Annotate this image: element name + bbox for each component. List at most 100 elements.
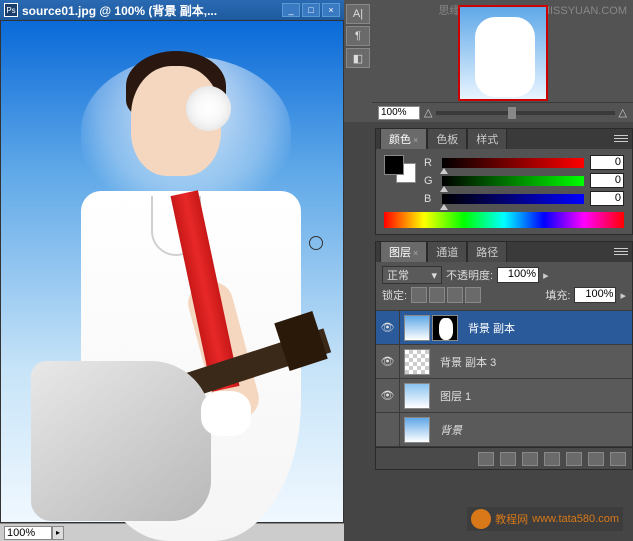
r-value-input[interactable]: 0 xyxy=(590,155,624,170)
r-slider[interactable] xyxy=(442,158,584,168)
brush-cursor-icon xyxy=(309,236,323,250)
tab-layers[interactable]: 图层× xyxy=(380,241,427,262)
layer-mask-thumbnail[interactable] xyxy=(432,315,458,341)
g-slider[interactable] xyxy=(442,176,584,186)
layer-name[interactable]: 图层 1 xyxy=(434,388,471,404)
slider-handle[interactable] xyxy=(508,107,516,119)
delete-layer-icon[interactable] xyxy=(610,452,626,466)
mask-icon[interactable] xyxy=(522,452,538,466)
layer-thumbnail[interactable] xyxy=(404,417,430,443)
opacity-input[interactable]: 100% xyxy=(497,267,539,283)
color-spectrum[interactable] xyxy=(384,212,624,228)
navigator-zoom-slider[interactable] xyxy=(436,111,614,115)
fg-bg-swatches[interactable] xyxy=(384,155,416,183)
layer-thumbnail[interactable] xyxy=(404,315,430,341)
layer-thumbnail[interactable] xyxy=(404,383,430,409)
layer-row[interactable]: 👁 背景 副本 3 xyxy=(376,345,632,379)
chevron-right-icon[interactable]: ▸ xyxy=(543,269,549,282)
b-row: B 0 xyxy=(424,191,624,206)
tab-channels[interactable]: 通道 xyxy=(427,241,467,262)
layer-list: 👁 背景 副本 👁 背景 副本 3 👁 图层 1 背景 xyxy=(376,311,632,447)
flower-accessory xyxy=(186,86,231,131)
layer-panel-footer xyxy=(376,447,632,469)
r-label: R xyxy=(424,157,436,169)
color-panel-tabs: 颜色× 色板 样式 xyxy=(376,129,632,149)
close-button[interactable]: × xyxy=(322,3,340,17)
tab-close-icon[interactable]: × xyxy=(413,248,418,258)
watermark-text2: www.tata580.com xyxy=(532,513,619,525)
tab-close-icon[interactable]: × xyxy=(413,135,418,145)
lock-label: 锁定: xyxy=(382,287,407,303)
b-value-input[interactable]: 0 xyxy=(590,191,624,206)
chevron-right-icon[interactable]: ▸ xyxy=(620,289,626,302)
watermark-text1: 教程网 xyxy=(495,511,528,527)
adjustment-icon[interactable] xyxy=(544,452,560,466)
visibility-toggle-icon[interactable]: 👁 xyxy=(376,345,400,378)
ps-icon: Ps xyxy=(4,3,18,17)
group-icon[interactable] xyxy=(566,452,582,466)
panel-menu-icon[interactable] xyxy=(614,245,628,257)
layers-panel: 图层× 通道 路径 正常▾ 不透明度: 100% ▸ 锁定: xyxy=(375,241,633,470)
visibility-toggle-icon[interactable]: 👁 xyxy=(376,311,400,344)
glove-shape xyxy=(201,391,251,436)
window-titlebar[interactable]: Ps source01.jpg @ 100% (背景 副本,... _ □ × xyxy=(0,0,344,20)
tab-styles[interactable]: 样式 xyxy=(467,128,507,149)
visibility-toggle-icon[interactable]: 👁 xyxy=(376,379,400,412)
g-label: G xyxy=(424,175,436,187)
fill-input[interactable]: 100% xyxy=(574,287,616,303)
text-tool-icon[interactable]: A| xyxy=(346,4,370,24)
zoom-out-icon[interactable]: △ xyxy=(424,106,432,119)
blend-mode-select[interactable]: 正常▾ xyxy=(382,266,442,284)
visibility-toggle-icon[interactable] xyxy=(376,413,400,446)
layer-thumbnail[interactable] xyxy=(404,349,430,375)
r-row: R 0 xyxy=(424,155,624,170)
layer-row[interactable]: 背景 xyxy=(376,413,632,447)
document-window: Ps source01.jpg @ 100% (背景 副本,... _ □ × … xyxy=(0,0,344,541)
lock-icons xyxy=(411,287,481,303)
maximize-button[interactable]: □ xyxy=(302,3,320,17)
tab-paths[interactable]: 路径 xyxy=(467,241,507,262)
foreground-swatch[interactable] xyxy=(384,155,404,175)
lock-transparent-icon[interactable] xyxy=(411,287,427,303)
fx-icon[interactable] xyxy=(500,452,516,466)
link-layers-icon[interactable] xyxy=(478,452,494,466)
color-panel: 颜色× 色板 样式 R 0 G 0 xyxy=(375,128,633,235)
top-panel-strip: A| ¶ ◧ 思缘设计论坛 WWW.MISSYUAN.COM 100% △ △ xyxy=(344,0,633,122)
panel-menu-icon[interactable] xyxy=(614,132,628,144)
guitar-shape xyxy=(31,321,311,521)
tool-icon[interactable]: ◧ xyxy=(346,48,370,68)
guitar-body xyxy=(31,361,211,521)
right-panels: 颜色× 色板 样式 R 0 G 0 xyxy=(375,128,633,470)
minimize-button[interactable]: _ xyxy=(282,3,300,17)
b-slider[interactable] xyxy=(442,194,584,204)
layer-row[interactable]: 👁 图层 1 xyxy=(376,379,632,413)
navigator-zoom-input[interactable]: 100% xyxy=(378,106,420,120)
tab-color[interactable]: 颜色× xyxy=(380,128,427,149)
paragraph-tool-icon[interactable]: ¶ xyxy=(346,26,370,46)
g-row: G 0 xyxy=(424,173,624,188)
layer-row[interactable]: 👁 背景 副本 xyxy=(376,311,632,345)
tab-swatches[interactable]: 色板 xyxy=(427,128,467,149)
navigator-thumbnail[interactable] xyxy=(458,5,548,101)
layers-panel-tabs: 图层× 通道 路径 xyxy=(376,242,632,262)
vertical-tool-strip: A| ¶ ◧ xyxy=(344,0,372,122)
canvas[interactable] xyxy=(0,20,344,523)
bottom-watermark: 教程网 www.tata580.com xyxy=(467,507,623,531)
fill-label: 填充: xyxy=(545,287,570,303)
watermark-logo-icon xyxy=(471,509,491,529)
layer-name[interactable]: 背景 副本 xyxy=(462,320,515,336)
layer-options: 正常▾ 不透明度: 100% ▸ 锁定: 填充: 100% ▸ xyxy=(376,262,632,311)
image-subject xyxy=(21,41,321,531)
document-title: source01.jpg @ 100% (背景 副本,... xyxy=(22,2,280,19)
new-layer-icon[interactable] xyxy=(588,452,604,466)
layer-name[interactable]: 背景 xyxy=(434,422,462,438)
g-value-input[interactable]: 0 xyxy=(590,173,624,188)
zoom-in-icon[interactable]: △ xyxy=(619,106,627,119)
lock-image-icon[interactable] xyxy=(429,287,445,303)
lock-position-icon[interactable] xyxy=(447,287,463,303)
lock-all-icon[interactable] xyxy=(465,287,481,303)
b-label: B xyxy=(424,193,436,205)
navigator-zoom-row: 100% △ △ xyxy=(372,102,633,122)
layer-name[interactable]: 背景 副本 3 xyxy=(434,354,496,370)
rgb-sliders: R 0 G 0 B 0 xyxy=(424,155,624,206)
